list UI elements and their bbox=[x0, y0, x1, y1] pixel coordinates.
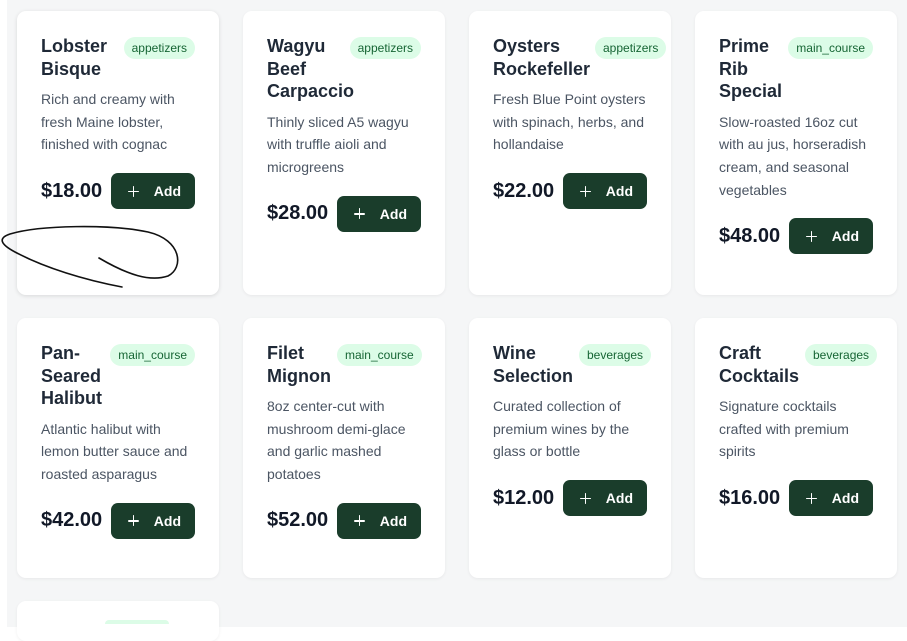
menu-item-card: Prime Rib Special main_course Slow-roast… bbox=[695, 11, 897, 295]
item-price: $48.00 bbox=[719, 224, 781, 247]
plus-icon bbox=[805, 492, 817, 504]
add-button-label: Add bbox=[605, 490, 633, 507]
category-badge: main_course bbox=[110, 344, 195, 366]
add-to-cart-button[interactable]: Add bbox=[110, 502, 195, 539]
add-button-label: Add bbox=[153, 183, 181, 200]
menu-grid: Lobster Bisque appetizers Rich and cream… bbox=[17, 11, 897, 641]
menu-item-card: Pan-Seared Halibut main_course Atlantic … bbox=[17, 318, 219, 578]
add-button-label: Add bbox=[831, 228, 859, 245]
plus-icon bbox=[579, 492, 591, 504]
item-description: Atlantic halibut with lemon butter sauce… bbox=[41, 420, 188, 482]
add-button-label: Add bbox=[379, 205, 407, 222]
plus-icon bbox=[353, 208, 365, 220]
add-to-cart-button[interactable]: Add bbox=[336, 502, 421, 539]
category-badge: appetizers bbox=[595, 37, 667, 59]
plus-icon bbox=[127, 185, 139, 197]
item-price: $12.00 bbox=[493, 486, 555, 509]
category-badge: appetizers bbox=[349, 37, 421, 59]
item-price: $42.00 bbox=[41, 509, 103, 532]
category-badge: main_course bbox=[788, 37, 873, 59]
item-name: Oysters Rockefeller bbox=[493, 36, 591, 79]
menu-item-card: Oysters Rockefeller appetizers Fresh Blu… bbox=[469, 11, 671, 295]
item-price: $16.00 bbox=[719, 486, 781, 509]
add-button-label: Add bbox=[605, 183, 633, 200]
item-name: Craft Cocktails bbox=[719, 343, 800, 386]
item-description: Slow-roasted 16oz cut with au jus, horse… bbox=[719, 113, 867, 198]
menu-item-card: Wagyu Beef Carpaccio appetizers Thinly s… bbox=[243, 11, 445, 295]
item-name: Wagyu Beef Carpaccio bbox=[267, 36, 355, 101]
category-badge bbox=[105, 620, 169, 624]
category-badge: main_course bbox=[336, 344, 422, 366]
item-description: Curated collection of premium wines by t… bbox=[493, 398, 630, 460]
plus-icon bbox=[353, 515, 365, 527]
add-to-cart-button[interactable]: Add bbox=[562, 480, 647, 517]
add-button-label: Add bbox=[831, 490, 859, 507]
plus-icon bbox=[805, 230, 817, 242]
menu-item-card: Lobster Bisque appetizers Rich and cream… bbox=[17, 11, 219, 295]
menu-item-card-partial bbox=[17, 601, 219, 641]
item-name: Lobster Bisque bbox=[41, 36, 108, 79]
item-description: 8oz center-cut with mushroom demi-glace … bbox=[267, 398, 406, 483]
menu-item-card: Filet Mignon main_course 8oz center-cut … bbox=[243, 318, 445, 578]
category-badge: appetizers bbox=[123, 37, 195, 59]
item-name: Filet Mignon bbox=[267, 343, 331, 386]
menu-item-card: Wine Selection beverages Curated collect… bbox=[469, 318, 671, 578]
item-price: $28.00 bbox=[267, 202, 329, 225]
item-description: Fresh Blue Point oysters with spinach, h… bbox=[493, 91, 646, 153]
add-button-label: Add bbox=[379, 512, 407, 529]
item-price: $52.00 bbox=[267, 509, 329, 532]
item-price: $22.00 bbox=[493, 179, 555, 202]
plus-icon bbox=[579, 185, 591, 197]
item-name: Prime Rib Special bbox=[719, 36, 783, 101]
item-description: Rich and creamy with fresh Maine lobster… bbox=[41, 91, 175, 153]
add-to-cart-button[interactable]: Add bbox=[788, 218, 873, 255]
menu-page: Lobster Bisque appetizers Rich and cream… bbox=[7, 0, 907, 641]
item-price: $18.00 bbox=[41, 179, 103, 202]
item-name: Pan-Seared Halibut bbox=[41, 343, 102, 408]
item-description: Signature cocktails crafted with premium… bbox=[719, 398, 849, 460]
menu-item-card: Craft Cocktails beverages Signature cock… bbox=[695, 318, 897, 578]
add-to-cart-button[interactable]: Add bbox=[336, 195, 421, 232]
category-badge: beverages bbox=[579, 344, 652, 366]
item-description: Thinly sliced A5 wagyu with truffle aiol… bbox=[267, 113, 409, 175]
add-to-cart-button[interactable]: Add bbox=[562, 173, 647, 210]
category-badge: beverages bbox=[805, 344, 878, 366]
add-to-cart-button[interactable]: Add bbox=[110, 173, 195, 210]
item-name: Wine Selection bbox=[493, 343, 574, 386]
add-button-label: Add bbox=[153, 512, 181, 529]
add-to-cart-button[interactable]: Add bbox=[788, 480, 873, 517]
plus-icon bbox=[127, 515, 139, 527]
